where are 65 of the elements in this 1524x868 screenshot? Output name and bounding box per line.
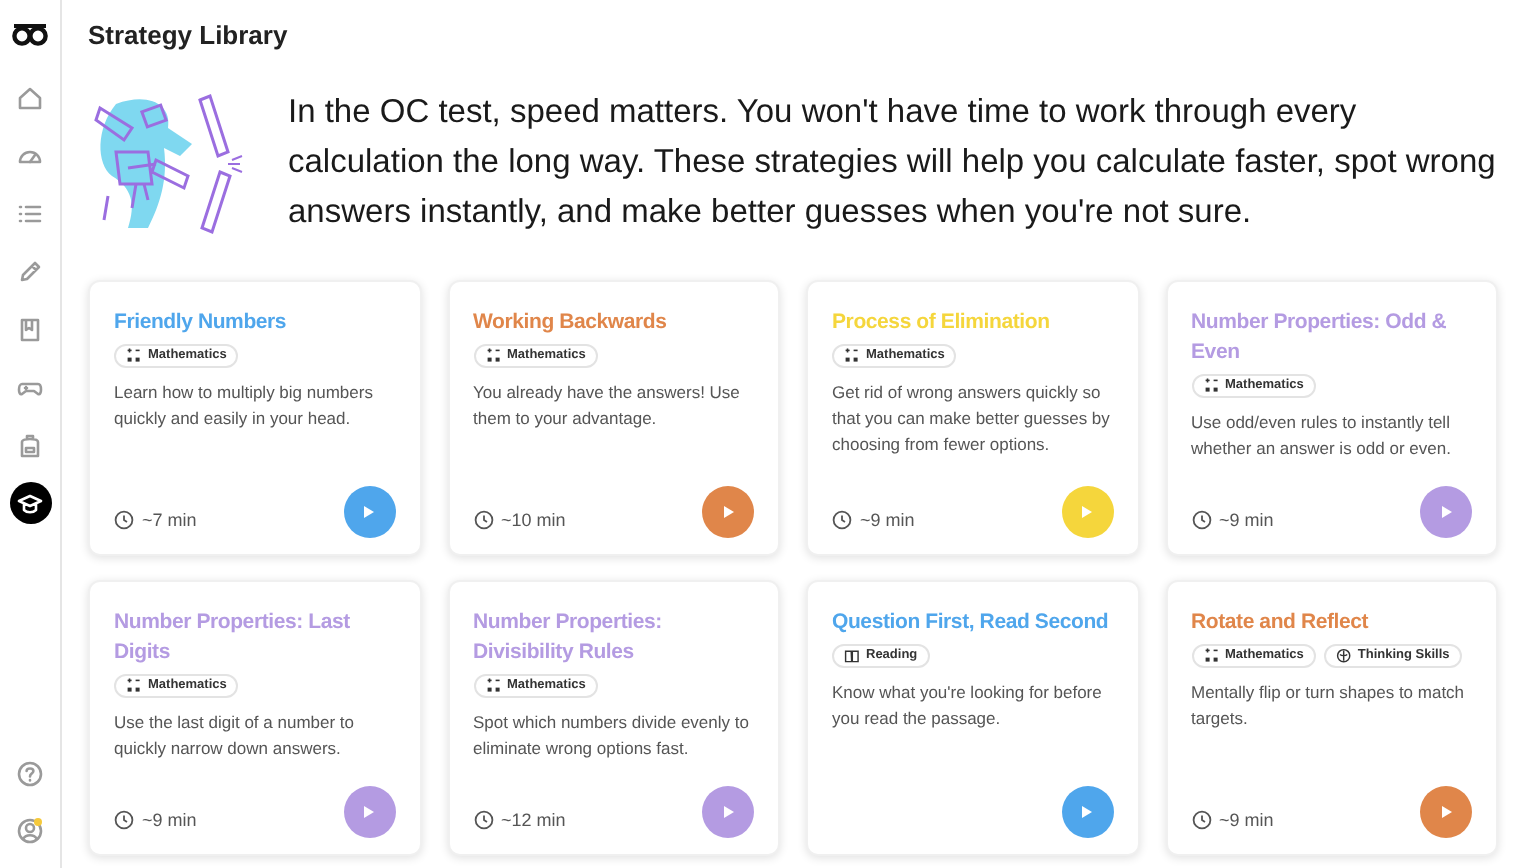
book-icon [16, 315, 44, 343]
play-icon [723, 506, 733, 518]
clock-icon [1191, 810, 1211, 831]
play-button[interactable] [1061, 786, 1113, 838]
play-button[interactable] [1420, 786, 1472, 838]
play-icon [1441, 806, 1451, 818]
clock-icon [832, 510, 852, 531]
card-title: Process of Elimination [832, 308, 1052, 338]
card-description: Learn how to multiply big numbers quickly and easily in your head. [114, 380, 375, 432]
duration-text: ~9 min [1219, 507, 1274, 533]
intro-paragraph: In the OC test, speed matters. You won't have time to work through every calculation the long way. These strategies will help you calculate faster, spot wrong answers instantly, and make better guesses when you're not sure. [288, 92, 1496, 234]
play-button[interactable] [343, 486, 395, 538]
card-description: You already have the answers! Use them to your advantage. [473, 380, 742, 432]
grid-icon [485, 678, 501, 694]
grid-icon [485, 348, 501, 364]
card-title: Number Properties: Odd & Even [1191, 308, 1449, 368]
card-title: Working Backwards [473, 308, 669, 338]
card-title: Number Properties: Divisibility Rules [473, 608, 664, 668]
grid-icon [1203, 648, 1219, 664]
play-icon [364, 806, 374, 818]
play-icon [1441, 506, 1451, 518]
grid-icon [844, 348, 860, 364]
play-icon [723, 806, 733, 818]
play-button[interactable] [702, 486, 754, 538]
graduation-cap-icon [16, 489, 44, 517]
duration-text: ~9 min [142, 807, 197, 833]
card-title: Friendly Numbers [114, 308, 289, 338]
play-button[interactable] [343, 786, 395, 838]
play-button[interactable] [1420, 486, 1472, 538]
card-title: Rotate and Reflect [1191, 608, 1371, 638]
pencil-icon [16, 257, 44, 285]
clock-icon [473, 810, 493, 831]
grid-icon [126, 678, 142, 694]
book-icon [844, 648, 860, 664]
card-description: Know what you're looking for before you read the passage. [832, 680, 1104, 732]
card-description: Use odd/even rules to instantly tell whether an answer is odd or even. [1191, 410, 1453, 462]
card-description: Get rid of wrong answers quickly so that you can make better guesses by choosing from fewer options. [832, 380, 1112, 458]
grid-icon [126, 348, 142, 364]
help-icon[interactable] [16, 760, 44, 788]
logo-icon[interactable] [12, 22, 48, 46]
card-description: Spot which numbers divide evenly to eliminate wrong options fast. [473, 710, 751, 762]
duration-text: ~12 min [501, 807, 566, 833]
play-icon [1082, 506, 1092, 518]
grid-icon [1203, 378, 1219, 394]
card-title: Number Properties: Last Digits [114, 608, 352, 668]
card-title: Question First, Read Second [832, 608, 1111, 638]
play-icon [1082, 806, 1092, 818]
duration-text: ~9 min [1219, 807, 1274, 833]
duration-text: ~10 min [501, 507, 566, 533]
play-icon [364, 506, 374, 518]
play-button[interactable] [1061, 486, 1113, 538]
play-button[interactable] [702, 786, 754, 838]
clock-icon [114, 510, 134, 531]
nav-item[interactable] [9, 482, 51, 524]
clock-icon [114, 810, 134, 831]
card-description: Mentally flip or turn shapes to match targets. [1191, 680, 1467, 732]
profile-icon[interactable] [16, 816, 44, 844]
home-icon [16, 83, 44, 111]
duration-text: ~9 min [860, 507, 915, 533]
card-description: Use the last digit of a number to quickly narrow down answers. [114, 710, 357, 762]
clock-icon [1191, 510, 1211, 531]
page-title: Strategy Library [88, 17, 288, 54]
clock-icon [473, 510, 493, 531]
backpack-icon [16, 431, 44, 459]
duration-text: ~7 min [142, 507, 197, 533]
